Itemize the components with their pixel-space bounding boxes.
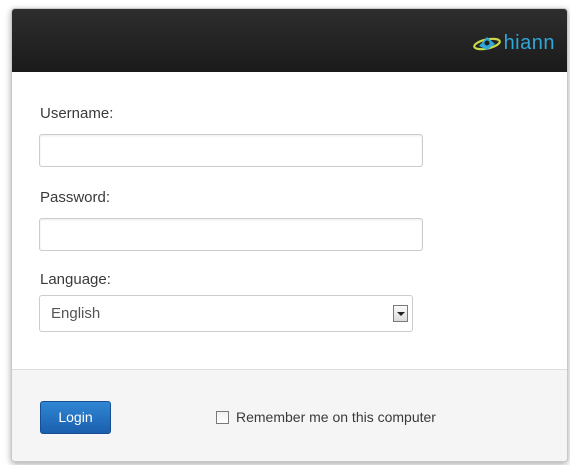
dialog-header: hiann (12, 9, 567, 72)
language-select[interactable]: English (39, 295, 413, 332)
dropdown-arrow-icon[interactable] (393, 305, 408, 322)
password-input[interactable] (39, 218, 423, 251)
language-label: Language: (40, 271, 111, 288)
dialog-footer: Login Remember me on this computer (12, 369, 567, 461)
username-input[interactable] (39, 134, 423, 167)
remember-me-label: Remember me on this computer (236, 409, 436, 425)
remember-me[interactable]: Remember me on this computer (216, 409, 436, 425)
brand-name: hiann (503, 32, 555, 54)
hiann-logo-icon (472, 32, 503, 54)
login-dialog: hiann Username: Password: Language: Engl… (11, 8, 568, 462)
password-label: Password: (40, 189, 111, 206)
login-button[interactable]: Login (40, 401, 111, 434)
username-label: Username: (40, 105, 114, 122)
language-selected-value: English (51, 305, 101, 322)
brand-logo: hiann (472, 31, 555, 55)
remember-me-checkbox[interactable] (216, 410, 229, 424)
